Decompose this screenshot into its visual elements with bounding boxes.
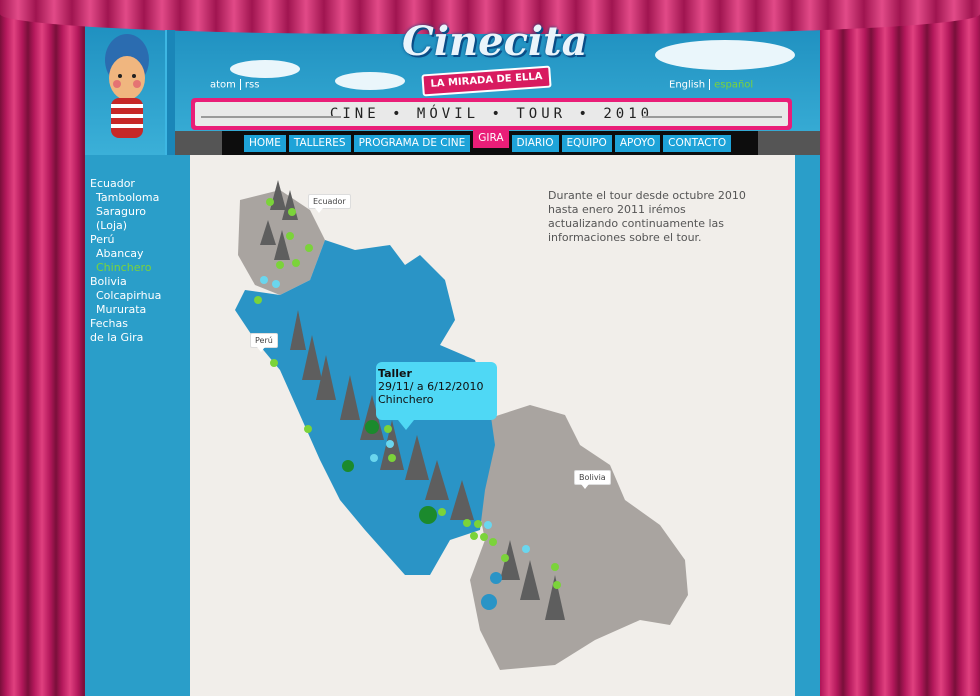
nav-talleres[interactable]: TALLERES bbox=[288, 135, 351, 152]
tour-banner: CINE • MÓVIL • TOUR • 2010 bbox=[191, 98, 792, 130]
lang-english[interactable]: English bbox=[669, 80, 705, 91]
sidebar-item-tamboloma[interactable]: Tamboloma bbox=[90, 191, 161, 205]
cloud-decoration bbox=[335, 72, 405, 90]
rss-link[interactable]: rss bbox=[245, 80, 260, 91]
sidebar-item-saraguro[interactable]: Saraguro bbox=[90, 205, 161, 219]
bolivia-region bbox=[470, 405, 688, 670]
curtain-left bbox=[0, 0, 95, 696]
sidebar-item-de-la-gira[interactable]: de la Gira bbox=[90, 331, 161, 345]
banner-text: CINE • MÓVIL • TOUR • 2010 bbox=[329, 106, 654, 122]
main-nav: HOME TALLERES PROGRAMA DE CINE GIRA DIAR… bbox=[244, 130, 732, 152]
tour-map bbox=[235, 180, 688, 670]
puppet-illustration bbox=[105, 34, 149, 138]
nav-programa-de-cine[interactable]: PROGRAMA DE CINE bbox=[353, 135, 471, 152]
popup-place: Chinchero bbox=[378, 393, 434, 406]
sidebar-item-bolivia[interactable]: Bolivia bbox=[90, 275, 161, 289]
map-label-peru[interactable]: Perú bbox=[250, 333, 278, 352]
nav-gira[interactable]: GIRA bbox=[473, 130, 509, 148]
feed-links: atom rss bbox=[210, 79, 259, 91]
nav-apoyo[interactable]: APOYO bbox=[614, 135, 661, 152]
sidebar-item-ecuador[interactable]: Ecuador bbox=[90, 177, 161, 191]
logo-title: Cinecita bbox=[402, 18, 588, 65]
atom-link[interactable]: atom bbox=[210, 80, 236, 91]
sidebar-item-colcapirhua[interactable]: Colcapirhua bbox=[90, 289, 161, 303]
sidebar-item-abancay[interactable]: Abancay bbox=[90, 247, 161, 261]
cloud-decoration bbox=[230, 60, 300, 78]
lang-espanol[interactable]: español bbox=[714, 80, 753, 91]
nav-contacto[interactable]: CONTACTO bbox=[663, 135, 732, 152]
site-logo[interactable]: Cinecita LA MIRADA DE ELLA bbox=[402, 18, 588, 97]
nav-diario[interactable]: DIARIO bbox=[511, 135, 559, 152]
popup-dates: 29/11/ a 6/12/2010 bbox=[378, 380, 484, 393]
curtain-right bbox=[815, 0, 980, 696]
cloud-decoration bbox=[655, 40, 795, 70]
sidebar-item-loja[interactable]: (Loja) bbox=[90, 219, 161, 233]
sidebar-menu: Ecuador Tamboloma Saraguro (Loja) Perú A… bbox=[90, 177, 161, 345]
map-popup: Taller 29/11/ a 6/12/2010 Chinchero bbox=[376, 362, 497, 420]
nav-equipo[interactable]: EQUIPO bbox=[561, 135, 612, 152]
logo-subtitle: LA MIRADA DE ELLA bbox=[421, 65, 552, 97]
sidebar-item-peru[interactable]: Perú bbox=[90, 233, 161, 247]
nav-home[interactable]: HOME bbox=[244, 135, 286, 152]
popup-title: Taller bbox=[378, 367, 412, 380]
sidebar-item-mururata[interactable]: Mururata bbox=[90, 303, 161, 317]
sidebar-item-chinchero[interactable]: Chinchero bbox=[90, 261, 161, 275]
map-popup-tail bbox=[398, 420, 414, 430]
map-label-ecuador[interactable]: Ecuador bbox=[308, 194, 351, 213]
map-label-bolivia[interactable]: Bolivia bbox=[574, 470, 611, 489]
sidebar-item-fechas[interactable]: Fechas bbox=[90, 317, 161, 331]
language-switcher: English español bbox=[669, 79, 753, 91]
